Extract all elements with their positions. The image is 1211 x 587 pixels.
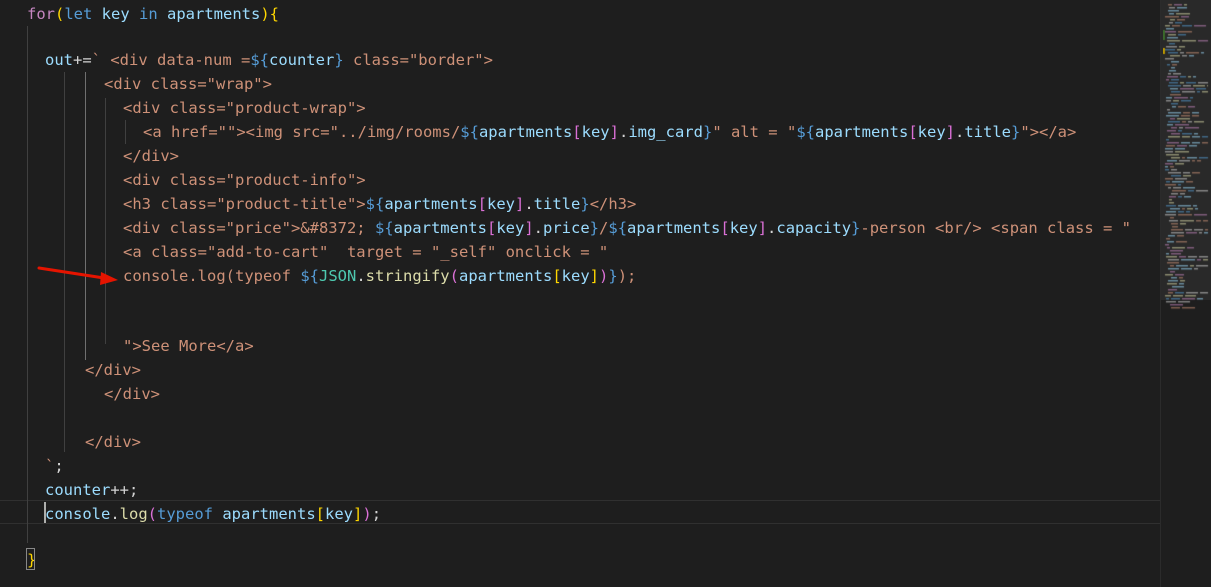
minimap-canvas [1163,0,1210,320]
code-area[interactable]: for(let key in apartments){out+=` <div d… [0,0,1160,587]
annotation-layer [37,266,118,285]
red-arrow-annotation [37,266,118,285]
minimap[interactable] [1160,0,1211,587]
code-editor[interactable]: for(let key in apartments){out+=` <div d… [0,0,1211,587]
